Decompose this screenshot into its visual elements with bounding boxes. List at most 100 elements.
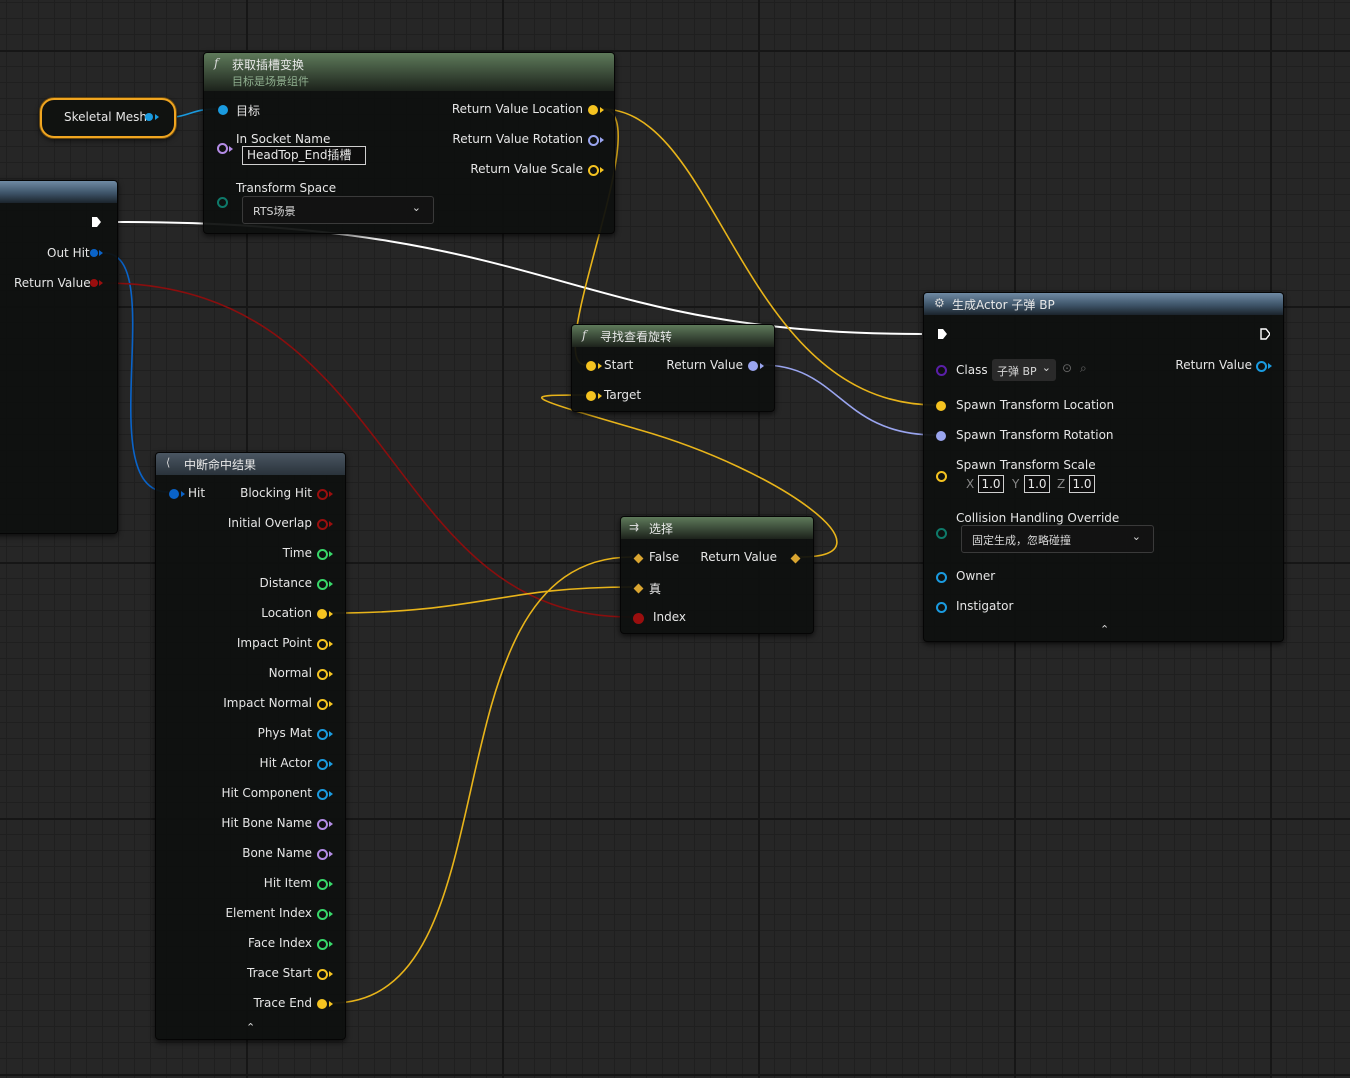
owner-label: Owner xyxy=(956,569,996,583)
break-hit-output-pin[interactable] xyxy=(317,579,328,590)
break-hit-output-pin[interactable] xyxy=(317,819,328,830)
spawn-rotation-pin[interactable] xyxy=(936,431,946,441)
break-hit-output-label: Hit Bone Name xyxy=(221,816,312,830)
skeletal-mesh-variable-node[interactable]: Skeletal Mesh xyxy=(40,98,176,138)
return-value-object-pin[interactable] xyxy=(1256,361,1267,372)
node-subtitle: 目标是场景组件 xyxy=(232,75,309,88)
spawn-actor-node[interactable]: ⚙ 生成Actor 子弹 BP Class 子弹 BP ⌄ ⊙ ⌕ Return… xyxy=(923,292,1284,642)
transform-space-pin[interactable] xyxy=(217,197,228,208)
exec-output-pin[interactable] xyxy=(1260,328,1270,340)
socket-name-field[interactable]: HeadTop_End插槽 xyxy=(242,146,366,165)
break-hit-output-pin[interactable] xyxy=(317,699,328,710)
get-socket-transform-node[interactable]: f 获取插槽变换 目标是场景组件 目标 In Socket Name HeadT… xyxy=(203,52,615,234)
spawn-location-pin[interactable] xyxy=(936,401,946,411)
break-hit-output-label: Distance xyxy=(259,576,312,590)
find-look-at-header: f 寻找查看旋转 xyxy=(572,325,774,347)
instigator-pin[interactable] xyxy=(936,602,947,613)
return-value-label: Return Value xyxy=(14,276,91,290)
return-value-pin[interactable] xyxy=(790,553,801,564)
start-label: Start xyxy=(604,358,634,372)
pin-arrow-icon xyxy=(99,280,103,286)
break-hit-output-pin[interactable] xyxy=(317,729,328,740)
rotator-wire xyxy=(761,364,937,436)
break-hit-output-pin[interactable] xyxy=(317,999,327,1009)
select-node[interactable]: ⇉ 选择 False 真 Index Return Value xyxy=(620,516,814,634)
pin-arrow-icon xyxy=(329,791,333,797)
pin-arrow-icon xyxy=(600,167,604,173)
false-input-pin[interactable] xyxy=(633,553,644,564)
collapse-arrow-icon[interactable]: ⌃ xyxy=(246,1021,255,1034)
socket-name-pin[interactable] xyxy=(217,143,228,154)
instigator-label: Instigator xyxy=(956,599,1014,613)
break-hit-output-pin[interactable] xyxy=(317,789,328,800)
start-input-pin[interactable] xyxy=(586,361,596,371)
true-input-pin[interactable] xyxy=(633,583,644,594)
break-hit-output-pin[interactable] xyxy=(317,639,328,650)
transform-space-dropdown[interactable]: RTS场景 ⌄ xyxy=(242,196,434,224)
node-title: 寻找查看旋转 xyxy=(600,330,673,344)
break-hit-output-pin[interactable] xyxy=(317,939,328,950)
return-location-pin[interactable] xyxy=(588,105,598,115)
pin-arrow-icon xyxy=(329,701,333,707)
scale-x-field[interactable]: 1.0 xyxy=(978,475,1004,493)
collapse-arrow-icon[interactable]: ⌃ xyxy=(1100,623,1109,636)
break-hit-output-pin[interactable] xyxy=(317,609,327,619)
return-value-rotator-pin[interactable] xyxy=(748,361,758,371)
return-rotation-pin[interactable] xyxy=(588,135,599,146)
transform-space-label: Transform Space xyxy=(236,181,337,195)
browse-back-icon[interactable]: ⊙ xyxy=(1062,361,1072,375)
spawn-actor-icon: ⚙ xyxy=(934,296,945,310)
class-value: 子弹 BP xyxy=(997,365,1037,378)
break-hit-output-pin[interactable] xyxy=(317,969,328,980)
target-input-pin[interactable] xyxy=(218,105,228,115)
return-scale-pin[interactable] xyxy=(588,165,599,176)
find-look-at-rotation-node[interactable]: f 寻找查看旋转 Start Target Return Value xyxy=(571,324,775,412)
scale-y-field[interactable]: 1.0 xyxy=(1024,475,1050,493)
index-input-pin[interactable] xyxy=(633,613,644,624)
break-hit-output-pin[interactable] xyxy=(317,519,328,530)
break-hit-output-pin[interactable] xyxy=(317,879,328,890)
class-input-pin[interactable] xyxy=(936,365,947,376)
break-hit-output-pin[interactable] xyxy=(317,669,328,680)
class-dropdown[interactable]: 子弹 BP ⌄ xyxy=(992,359,1056,381)
socket-name-label: In Socket Name xyxy=(236,132,331,146)
line-trace-node[interactable]: Out Hit Return Value xyxy=(0,180,118,534)
target-label: Target xyxy=(604,388,642,402)
spawn-scale-pin[interactable] xyxy=(936,471,947,482)
break-hit-output-pin[interactable] xyxy=(317,549,328,560)
break-hit-result-node[interactable]: ⟨ 中断命中结果 Hit Blocking Hit Initial Overlap… xyxy=(155,452,346,1040)
out-hit-pin[interactable] xyxy=(90,249,98,257)
pin-arrow-icon xyxy=(329,881,333,887)
break-hit-output-pin[interactable] xyxy=(317,759,328,770)
pin-arrow-icon xyxy=(99,250,103,256)
true-label: 真 xyxy=(649,582,662,596)
scale-z-field[interactable]: 1.0 xyxy=(1069,475,1095,493)
break-hit-output-label: Trace Start xyxy=(247,966,312,980)
break-hit-output-pin[interactable] xyxy=(317,909,328,920)
collision-override-dropdown[interactable]: 固定生成，忽略碰撞 ⌄ xyxy=(961,525,1154,553)
vector-wire-false xyxy=(331,556,633,1004)
exec-input-pin[interactable] xyxy=(937,328,947,340)
pin-arrow-icon xyxy=(1268,363,1272,369)
index-label: Index xyxy=(653,610,687,624)
get-socket-transform-header: f 获取插槽变换 目标是场景组件 xyxy=(204,53,614,91)
chevron-down-icon: ⌄ xyxy=(411,201,421,214)
return-value-bool-pin[interactable] xyxy=(90,279,98,287)
spawn-scale-label: Spawn Transform Scale xyxy=(956,458,1096,472)
exec-output-pin[interactable] xyxy=(91,216,101,228)
pin-arrow-icon xyxy=(329,971,333,977)
break-hit-output-pin[interactable] xyxy=(317,849,328,860)
owner-pin[interactable] xyxy=(936,572,947,583)
return-scale-label: Return Value Scale xyxy=(470,162,583,176)
spawn-location-label: Spawn Transform Location xyxy=(956,398,1115,412)
vector-wire-true xyxy=(331,586,633,614)
search-icon[interactable]: ⌕ xyxy=(1080,361,1087,376)
collision-override-pin[interactable] xyxy=(936,528,947,539)
target-label: 目标 xyxy=(236,104,261,118)
pin-arrow-icon xyxy=(329,581,333,587)
function-icon: f xyxy=(214,56,219,70)
skeletal-mesh-label: Skeletal Mesh xyxy=(64,110,148,124)
target-input-pin[interactable] xyxy=(586,391,596,401)
break-hit-output-pin[interactable] xyxy=(317,489,328,500)
skeletal-mesh-output-pin[interactable] xyxy=(145,113,153,121)
